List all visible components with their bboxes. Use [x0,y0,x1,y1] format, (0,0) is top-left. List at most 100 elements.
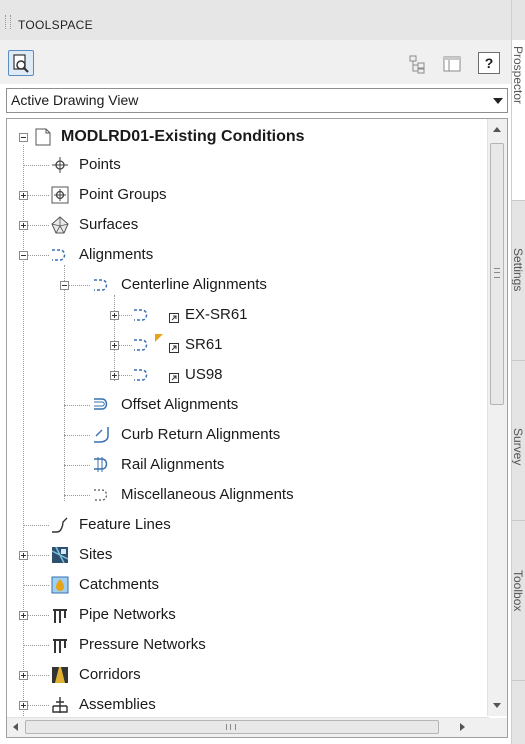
rail-alignments-icon [94,457,108,472]
toolspace-title: TOOLSPACE [18,18,93,32]
scroll-up-icon[interactable] [493,127,501,132]
drag-grip-icon[interactable] [5,15,11,29]
expand-toggle-icon[interactable] [19,701,28,710]
vertical-scroll-thumb[interactable] [490,143,504,405]
scroll-down-icon[interactable] [493,703,501,708]
tree-item-miscellaneous-alignments[interactable]: Miscellaneous Alignments [7,481,477,509]
tree-item-assemblies[interactable]: Assemblies [7,691,477,719]
tree-item-us98[interactable]: US98 [7,361,477,389]
expand-toggle-icon[interactable] [19,191,28,200]
list-view-icon [443,56,461,72]
view-selector-dropdown[interactable]: Active Drawing View [6,88,508,113]
tab-prospector[interactable]: Prospector [512,40,525,201]
assemblies-icon [52,697,68,713]
tab-survey[interactable]: Survey [512,360,525,521]
tree-item-label: US98 [185,366,223,383]
tree-item-sites[interactable]: Sites [7,541,477,569]
expand-toggle-icon[interactable] [110,341,119,350]
expand-toggle-icon[interactable] [19,551,28,560]
curb-return-alignments-icon [94,427,109,443]
tree-item-label: Feature Lines [79,516,171,533]
tree-item-rail-alignments[interactable]: Rail Alignments [7,451,477,479]
sites-icon [51,546,69,564]
tree-item-label: Sites [79,546,113,563]
tab-prospector-label: Prospector [512,46,525,105]
collapse-toggle-icon[interactable] [19,251,28,260]
tree-item-point-groups[interactable]: Point Groups [7,181,477,209]
surfaces-icon [51,216,69,234]
tab-settings-label: Settings [512,248,525,292]
miscellaneous-alignments-icon [94,489,108,501]
tab-toolbox[interactable]: Toolbox [512,520,525,681]
tree-structure-button[interactable] [408,54,428,74]
pressure-networks-icon [53,639,67,653]
tab-survey-label: Survey [512,428,525,466]
tree-item-pipe-networks[interactable]: Pipe Networks [7,601,477,629]
tree-item-centerline-alignments[interactable]: Centerline Alignments [7,271,477,299]
tree-item-surfaces[interactable]: Surfaces [7,211,477,239]
vertical-scrollbar[interactable] [487,119,507,716]
list-view-button[interactable] [442,54,462,74]
tree-item-label: Centerline Alignments [121,276,267,293]
collapse-toggle-icon[interactable] [19,133,28,142]
tree-item-label: Miscellaneous Alignments [121,486,294,503]
view-selector-value: Active Drawing View [11,92,139,108]
tree-item-ex-sr61[interactable]: EX-SR61 [7,301,477,329]
tree-item-label: Point Groups [79,186,167,203]
help-button[interactable]: ? [478,52,500,74]
tree-root-label: MODLRD01-Existing Conditions [61,128,305,145]
pipe-networks-icon [53,609,67,623]
corridors-icon [52,667,68,683]
tree-item-label: Offset Alignments [121,396,239,413]
horizontal-scroll-thumb[interactable] [25,720,439,734]
tree-item-points[interactable]: Points [7,151,477,179]
prospector-tree[interactable]: MODLRD01-Existing Conditions Points Poin… [6,118,508,738]
points-icon [52,157,68,173]
item-view-button[interactable] [8,50,34,76]
tree-item-feature-lines[interactable]: Feature Lines [7,511,477,539]
expand-toggle-icon[interactable] [110,311,119,320]
feature-lines-icon [52,517,68,533]
tree-item-label: Pressure Networks [79,636,206,653]
tree-item-sr61[interactable]: SR61 [7,331,477,359]
tree-structure-icon [409,55,425,74]
tab-toolbox-label: Toolbox [512,570,525,612]
alignment-icon [134,369,148,381]
alignments-icon [52,249,66,261]
centerline-alignments-icon [94,279,108,291]
drawing-document-icon [35,128,51,146]
tree-item-label: Rail Alignments [121,456,225,473]
tree-item-corridors[interactable]: Corridors [7,661,477,689]
tree-item-alignments[interactable]: Alignments [7,241,477,269]
expand-toggle-icon[interactable] [19,671,28,680]
expand-toggle-icon[interactable] [110,371,119,380]
alignment-icon [134,339,148,351]
horizontal-scrollbar[interactable] [7,717,489,737]
expand-toggle-icon[interactable] [19,221,28,230]
catchments-icon [51,576,69,594]
tree-item-label: EX-SR61 [185,306,248,323]
tree-item-pressure-networks[interactable]: Pressure Networks [7,631,477,659]
tree-item-label: Corridors [79,666,141,683]
toolspace-side-tabs: Prospector Settings Survey Toolbox [511,0,525,744]
chevron-down-icon [493,98,503,104]
alignment-icon [134,309,148,321]
tree-item-curb-return-alignments[interactable]: Curb Return Alignments [7,421,477,449]
reference-link-icon [169,343,179,353]
tree-item-catchments[interactable]: Catchments [7,571,477,599]
tree-item-label: SR61 [185,336,223,353]
point-groups-icon [51,186,69,204]
magnifier-page-icon [13,54,29,73]
toolspace-titlebar[interactable]: TOOLSPACE [0,0,511,41]
tree-item-label: Assemblies [79,696,156,713]
tree-item-offset-alignments[interactable]: Offset Alignments [7,391,477,419]
scroll-left-icon[interactable] [13,723,18,731]
collapse-toggle-icon[interactable] [60,281,69,290]
scroll-right-icon[interactable] [460,723,465,731]
tab-settings[interactable]: Settings [512,200,525,361]
expand-toggle-icon[interactable] [19,611,28,620]
toolspace-toolbar: ? [0,40,511,84]
scrollbar-corner [488,718,507,737]
tree-node-root[interactable]: MODLRD01-Existing Conditions [7,123,477,151]
tree-item-label: Catchments [79,576,160,593]
